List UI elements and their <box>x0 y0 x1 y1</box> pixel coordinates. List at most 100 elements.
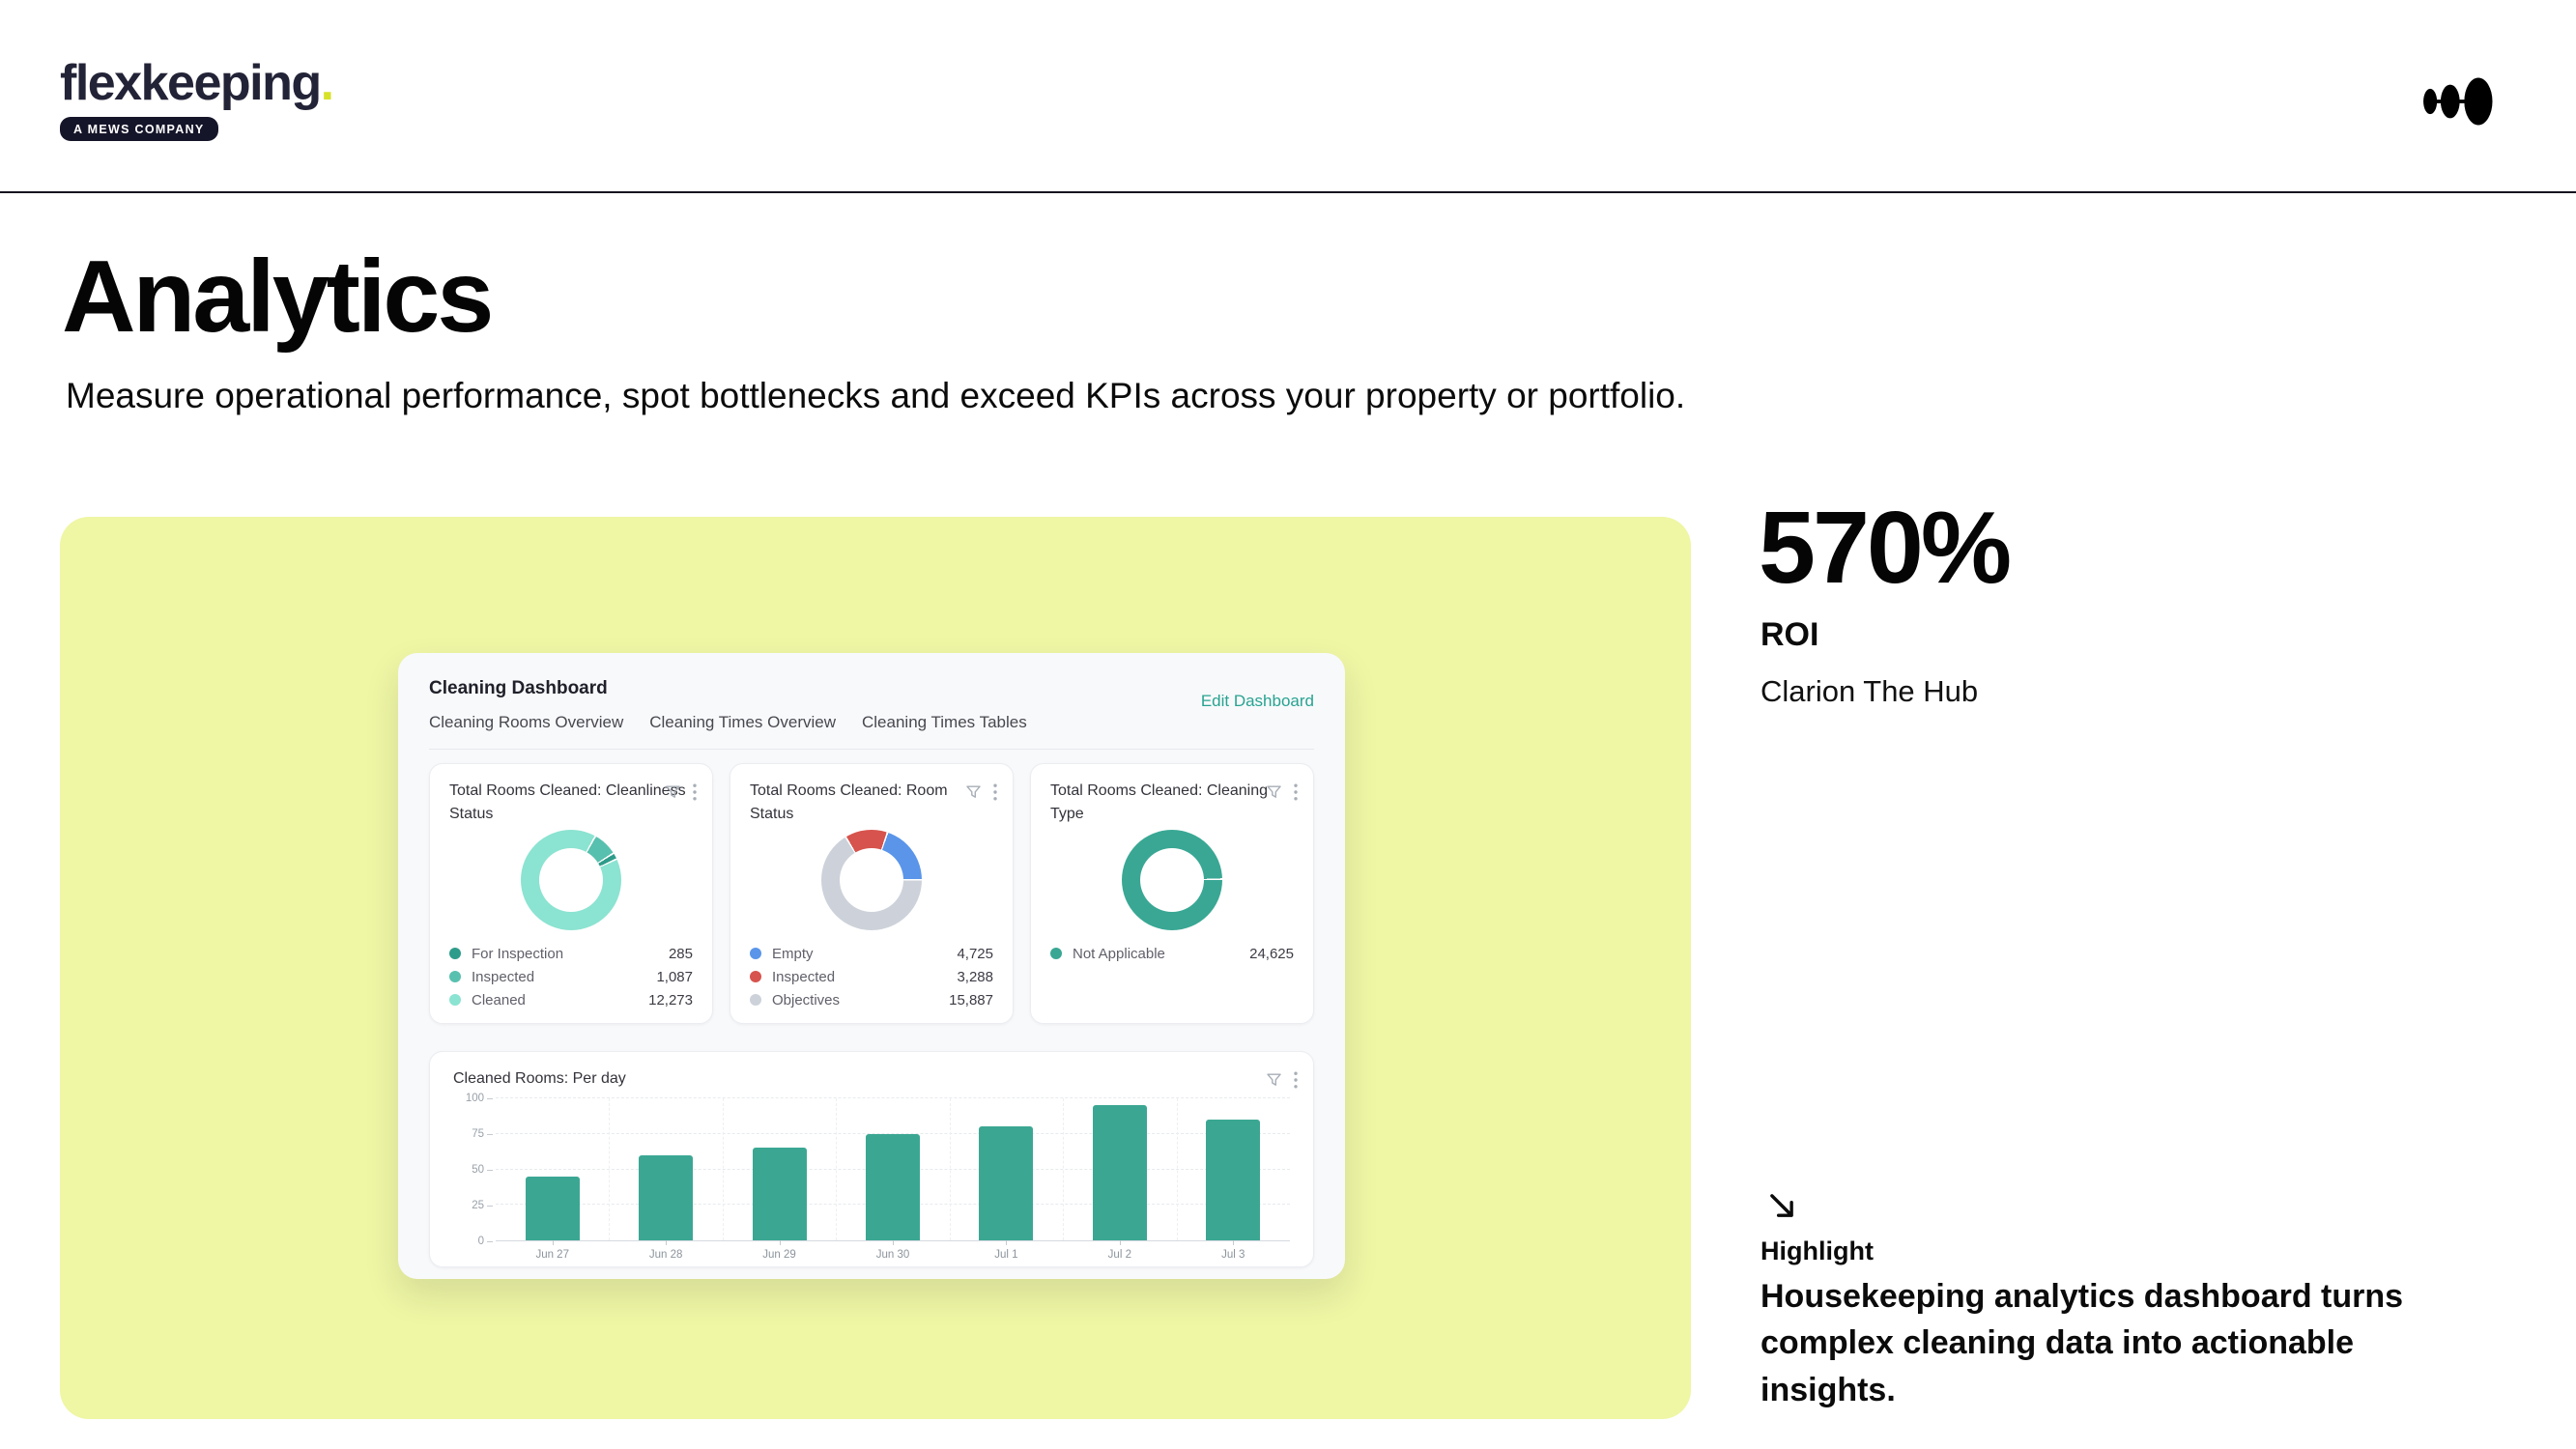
stat-value: 570% <box>1759 495 2009 602</box>
x-tick-label: Jun 29 <box>723 1249 836 1261</box>
legend-dot-icon <box>449 948 461 959</box>
legend-dot-icon <box>750 948 761 959</box>
arrow-down-right-icon <box>1764 1188 1799 1223</box>
legend-item-for-inspection: For Inspection285 <box>449 942 693 965</box>
bar-chart-card: Cleaned Rooms: Per day0255075100Jun 27Ju… <box>429 1051 1314 1267</box>
tab-cleaning-times-overview[interactable]: Cleaning Times Overview <box>649 713 836 732</box>
legend-item-empty: Empty 4,725 <box>750 942 993 965</box>
chart-legend: Not Applicable 24,625 <box>1050 942 1294 965</box>
edit-dashboard-link[interactable]: Edit Dashboard <box>1201 692 1314 711</box>
y-tick-label: 75 <box>472 1128 484 1140</box>
x-tick <box>1006 1240 1007 1245</box>
legend-label: For Inspection <box>472 946 563 962</box>
legend-value: 1,087 <box>656 969 693 985</box>
y-tick-label: 50 <box>472 1164 484 1176</box>
x-tick-label: Jul 2 <box>1063 1249 1176 1261</box>
page: flexkeeping. A MEWS COMPANY Analytics Me… <box>0 0 2576 1449</box>
donut-chart-cleanliness-status <box>521 830 621 930</box>
donut-chart-cleaning-type <box>1122 830 1222 930</box>
bar-jun-29 <box>753 1148 807 1240</box>
legend-value: 24,625 <box>1249 946 1294 962</box>
highlight-label: Highlight <box>1760 1236 1874 1266</box>
dashboard-title: Cleaning Dashboard <box>429 678 608 699</box>
bar-slot <box>1063 1098 1176 1240</box>
tabs-divider <box>429 749 1314 750</box>
x-tick <box>780 1240 781 1245</box>
legend-label: Objectives <box>772 992 840 1009</box>
bar-slot <box>950 1098 1063 1240</box>
legend-item-cleaned: Cleaned 12,273 <box>449 988 693 1011</box>
x-tick-label: Jul 1 <box>950 1249 1063 1261</box>
tab-cleaning-rooms-overview[interactable]: Cleaning Rooms Overview <box>429 713 623 732</box>
cleaning-dashboard-card: Cleaning Dashboard Edit Dashboard Cleani… <box>398 653 1345 1279</box>
legend-dot-icon <box>750 971 761 982</box>
bar-jun-27 <box>526 1177 580 1240</box>
chart-card-cleaning-type: Total Rooms Cleaned: Cleaning Type Not Ap… <box>1030 763 1314 1024</box>
legend-value: 12,273 <box>648 992 693 1009</box>
bar-slot <box>1177 1098 1290 1240</box>
legend-label: Cleaned <box>472 992 526 1009</box>
kebab-menu-icon[interactable] <box>693 783 697 801</box>
tab-cleaning-times-tables[interactable]: Cleaning Times Tables <box>862 713 1027 732</box>
kebab-menu-icon[interactable] <box>993 783 997 801</box>
legend-label: Empty <box>772 946 814 962</box>
legend-value: 15,887 <box>949 992 993 1009</box>
filter-icon[interactable] <box>1266 784 1282 800</box>
filter-icon[interactable] <box>665 784 681 800</box>
page-subtitle: Measure operational performance, spot bo… <box>66 373 1766 419</box>
chart-card-title: Cleaned Rooms: Per day <box>453 1067 697 1091</box>
donut-chart-room-status <box>821 830 922 930</box>
legend-item-inspected: Inspected 3,288 <box>750 965 993 988</box>
bar-slot <box>609 1098 722 1240</box>
x-tick-label: Jun 28 <box>609 1249 722 1261</box>
bar-jul-1 <box>979 1126 1033 1240</box>
legend-value: 3,288 <box>957 969 993 985</box>
bar-slot <box>496 1098 609 1240</box>
x-tick-label: Jul 3 <box>1177 1249 1290 1261</box>
page-title: Analytics <box>62 243 491 351</box>
chart-card-title: Total Rooms Cleaned: Room Status <box>750 780 993 826</box>
bar-slot <box>723 1098 836 1240</box>
x-tick-label: Jun 30 <box>836 1249 949 1261</box>
x-tick <box>553 1240 554 1245</box>
filter-icon[interactable] <box>965 784 982 800</box>
chart-legend: Empty 4,725 Inspected 3,288 Objectives 15,887 <box>750 942 993 1011</box>
chart-card-room-status: Total Rooms Cleaned: Room Status Empty 4,7… <box>730 763 1014 1024</box>
chart-card-cleanliness-status: Total Rooms Cleaned: Cleanliness Status F… <box>429 763 713 1024</box>
legend-dot-icon <box>750 994 761 1006</box>
x-tick <box>1233 1240 1234 1245</box>
legend-label: Not Applicable <box>1073 946 1165 962</box>
x-tick <box>666 1240 667 1245</box>
y-tick-label: 25 <box>472 1200 484 1211</box>
legend-dot-icon <box>449 994 461 1006</box>
flexkeeping-wordmark: flexkeeping. <box>60 58 333 108</box>
mews-logo-icon[interactable] <box>2416 56 2508 147</box>
bar-jul-2 <box>1093 1105 1147 1240</box>
bars <box>496 1098 1290 1240</box>
chart-card-title: Total Rooms Cleaned: Cleanliness Status <box>449 780 693 826</box>
bar-chart-cleaned-rooms-per-day: 0255075100 <box>453 1098 1290 1241</box>
filter-icon[interactable] <box>1266 1072 1282 1088</box>
kebab-menu-icon[interactable] <box>1294 1071 1298 1089</box>
flexkeeping-logo[interactable]: flexkeeping. A MEWS COMPANY <box>60 58 333 141</box>
legend-label: Inspected <box>472 969 534 985</box>
bar-slot <box>836 1098 949 1240</box>
x-tick <box>893 1240 894 1245</box>
x-tick <box>1120 1240 1121 1245</box>
x-tick-label: Jun 27 <box>496 1249 609 1261</box>
kebab-menu-icon[interactable] <box>1294 783 1298 801</box>
legend-value: 4,725 <box>957 946 993 962</box>
y-tick-label: 100 <box>466 1093 484 1104</box>
chart-card-title: Total Rooms Cleaned: Cleaning Type <box>1050 780 1294 826</box>
bar-jul-3 <box>1206 1120 1260 1240</box>
dashboard-tabs: Cleaning Rooms Overview Cleaning Times Ov… <box>429 713 1027 732</box>
y-tick-label: 0 <box>478 1236 484 1247</box>
x-axis-labels: Jun 27Jun 28Jun 29Jun 30Jul 1Jul 2Jul 3 <box>496 1249 1290 1261</box>
donut-cards-row: Total Rooms Cleaned: Cleanliness Status F… <box>429 763 1314 1024</box>
legend-item-inspected: Inspected 1,087 <box>449 965 693 988</box>
y-axis: 0255075100 <box>453 1098 496 1241</box>
highlight-text: Housekeeping analytics dashboard turns c… <box>1760 1273 2497 1413</box>
legend-label: Inspected <box>772 969 835 985</box>
bar-jun-28 <box>639 1155 693 1240</box>
legend-item-objectives: Objectives 15,887 <box>750 988 993 1011</box>
